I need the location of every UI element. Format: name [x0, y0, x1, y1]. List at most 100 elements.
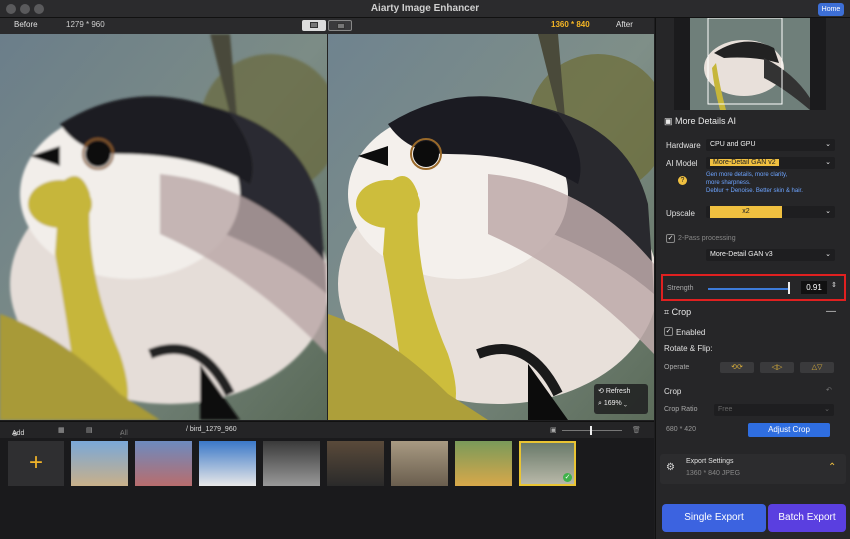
- export-settings-title: Export Settings: [686, 458, 734, 465]
- more-details-header[interactable]: ▣ More Details AI: [664, 116, 736, 127]
- thumbnail-size-icon: ▣: [550, 427, 557, 434]
- refresh-label: Refresh: [605, 388, 631, 395]
- thumbnail-street[interactable]: [135, 441, 192, 486]
- upscale-label: Upscale: [666, 209, 695, 218]
- list-view-button[interactable]: ▤: [86, 426, 93, 434]
- strength-label: Strength: [667, 285, 694, 292]
- file-path: / bird_1279_960: [186, 426, 237, 433]
- thumbnail-woman[interactable]: [455, 441, 512, 486]
- chevron-down-icon: ⌄: [825, 159, 831, 166]
- stepper-icon[interactable]: ⇕: [831, 281, 837, 289]
- chevron-down-icon: ⌄: [825, 251, 831, 258]
- crop-title: Crop: [671, 307, 692, 317]
- thumbnail-beach[interactable]: [71, 441, 128, 486]
- operate-label: Operate: [664, 364, 690, 371]
- before-image[interactable]: [0, 34, 327, 420]
- rotate-flip-label: Rotate & Flip:: [664, 344, 713, 353]
- crop-header[interactable]: ⌗ Crop: [664, 307, 691, 318]
- zoom-select[interactable]: ⌕ 169% ⌄: [598, 400, 627, 408]
- before-size: 1279 * 960: [66, 20, 105, 29]
- reset-crop-icon[interactable]: ↶: [826, 386, 832, 394]
- chevron-down-icon: ⌄: [623, 400, 628, 407]
- crop-ratio-value: Free: [718, 406, 733, 413]
- model-hint-2: more sharpness.: [706, 180, 751, 186]
- settings-sidebar: ▣ More Details AI Hardware CPU and GPU ⌄…: [655, 17, 850, 539]
- add-label: Add: [12, 430, 25, 437]
- single-export-button[interactable]: Single Export: [662, 504, 766, 532]
- enhance-icon: ▣: [664, 116, 673, 126]
- export-settings-icon: ⚙: [666, 462, 675, 473]
- split-view-icon: [310, 22, 318, 28]
- filmstrip-toolbar: ⊕ Add ▦ ▤ ‹ All Images (8) / bird_1279_9…: [0, 421, 654, 451]
- flip-vertical-button[interactable]: △▽: [800, 362, 834, 373]
- selected-check-icon: ✓: [563, 473, 572, 482]
- chevron-down-icon: ⌄: [825, 208, 831, 215]
- ai-model-select[interactable]: More-Detail GAN v2 ⌄: [706, 157, 835, 169]
- crop-enabled-checkbox[interactable]: ✓: [664, 327, 673, 336]
- export-detail: 1360 * 840 JPEG: [686, 470, 741, 477]
- trash-icon[interactable]: 🗑: [632, 426, 641, 434]
- help-icon[interactable]: ?: [678, 176, 687, 185]
- chevron-down-icon: ⌄: [825, 141, 831, 148]
- thumbnail-car[interactable]: [199, 441, 256, 486]
- crop-ratio-label: Crop Ratio: [664, 406, 698, 413]
- crop-ratio-select[interactable]: Free ⌄: [714, 404, 834, 416]
- side-by-side-icon: [337, 23, 345, 29]
- upscale-value: x2: [710, 206, 782, 218]
- ai-model-value: More-Detail GAN v2: [710, 159, 779, 166]
- zoom-value: 169%: [603, 400, 622, 407]
- home-button[interactable]: Home: [818, 3, 844, 16]
- before-label: Before: [14, 20, 38, 29]
- batch-export-button[interactable]: Batch Export: [768, 504, 846, 532]
- crop-sub-label: Crop: [664, 387, 682, 396]
- split-view-button[interactable]: [302, 20, 326, 31]
- adjust-crop-button[interactable]: Adjust Crop: [748, 423, 830, 437]
- thumbnail-size-handle[interactable]: [590, 426, 592, 435]
- export-settings-panel[interactable]: ⚙ Export Settings 1360 * 840 JPEG ⌃: [660, 454, 846, 484]
- second-model-value: More-Detail GAN v3: [710, 251, 773, 258]
- filmstrip: + ✓: [0, 438, 654, 539]
- second-model-select[interactable]: More-Detail GAN v3 ⌄: [706, 249, 835, 261]
- model-hint-3: Deblur + Denoise. Better skin & hair.: [706, 188, 803, 194]
- grid-view-button[interactable]: ▦: [58, 426, 65, 434]
- bird-photo-after: [328, 34, 654, 420]
- expand-up-icon[interactable]: ⌃: [828, 462, 836, 473]
- strength-input[interactable]: 0.91: [801, 281, 827, 294]
- navigator-thumbnail: [690, 17, 810, 110]
- thumbnail-bird-selected[interactable]: ✓: [519, 441, 576, 486]
- side-by-side-button[interactable]: [328, 20, 352, 31]
- two-pass-label: 2-Pass processing: [678, 235, 736, 242]
- enabled-label: Enabled: [676, 328, 706, 337]
- thumbnail-cat[interactable]: [391, 441, 448, 486]
- after-label: After: [616, 20, 633, 29]
- model-hint-1: Gen more details, more clarity,: [706, 172, 788, 178]
- rotate-button[interactable]: ⟲⟳: [720, 362, 754, 373]
- strength-highlight: Strength 0.91 ⇕: [661, 274, 846, 301]
- after-size: 1360 * 840: [551, 20, 590, 29]
- hardware-value: CPU and GPU: [710, 141, 756, 148]
- chevron-down-icon: ⌄: [824, 406, 830, 413]
- section-title: More Details AI: [675, 116, 737, 126]
- after-image[interactable]: [328, 34, 654, 420]
- add-image-tile[interactable]: +: [8, 441, 64, 486]
- ai-model-label: AI Model: [666, 159, 698, 168]
- refresh-button[interactable]: ⟲ Refresh: [598, 387, 630, 395]
- zoom-overlay: ⟲ Refresh ⌕ 169% ⌄: [594, 384, 648, 414]
- strength-slider-handle[interactable]: [788, 282, 790, 294]
- thumbnail-size-slider[interactable]: [562, 430, 622, 431]
- window-title: Aiarty Image Enhancer: [370, 3, 480, 14]
- hardware-label: Hardware: [666, 141, 701, 150]
- upscale-select[interactable]: x2 ⌄: [706, 206, 835, 218]
- strength-slider[interactable]: [708, 288, 788, 290]
- hardware-select[interactable]: CPU and GPU ⌄: [706, 139, 835, 151]
- title-bar: Aiarty Image Enhancer Home: [0, 0, 850, 18]
- flip-horizontal-button[interactable]: ◁▷: [760, 362, 794, 373]
- navigator-preview[interactable]: [674, 17, 826, 110]
- thumbnail-portrait[interactable]: [327, 441, 384, 486]
- thumbnail-dancer[interactable]: [263, 441, 320, 486]
- compare-bar: Before 1279 * 960 1360 * 840 After: [0, 18, 654, 34]
- refresh-icon: ⟲: [598, 388, 604, 395]
- two-pass-checkbox[interactable]: ✓: [666, 234, 675, 243]
- crop-icon: ⌗: [664, 307, 670, 317]
- collapse-icon[interactable]: —: [826, 306, 836, 317]
